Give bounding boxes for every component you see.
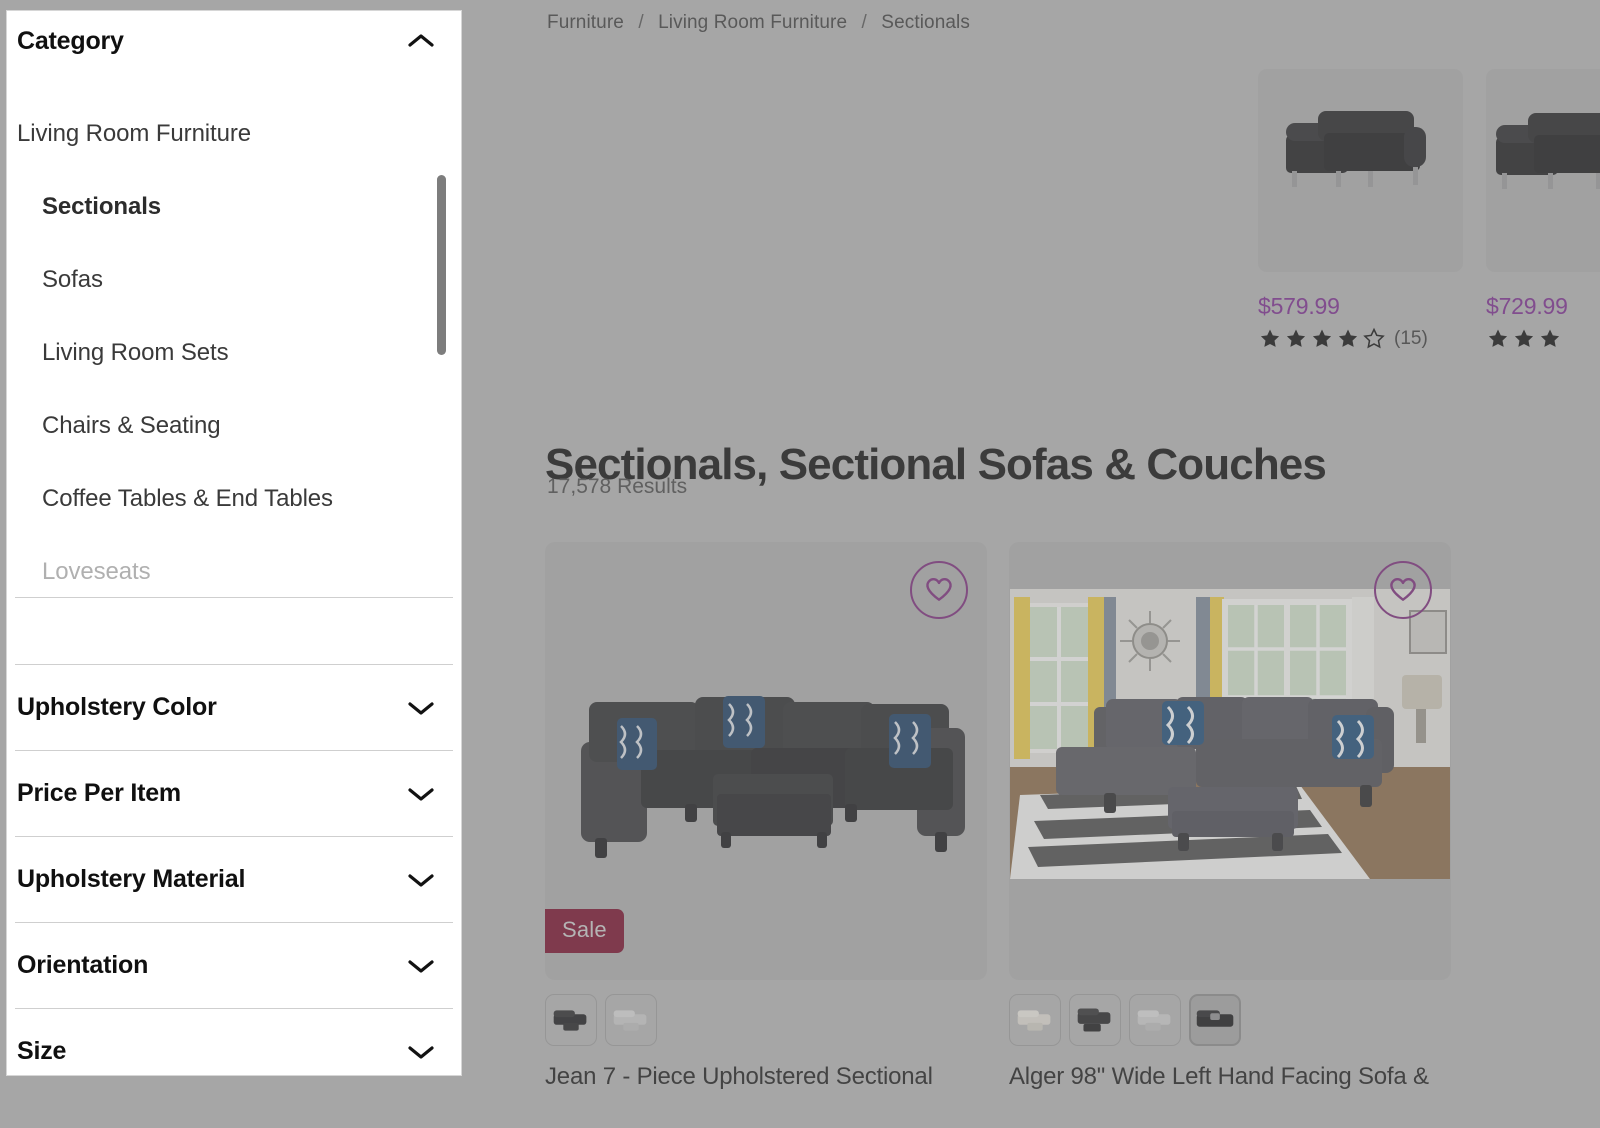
carousel-rating: (15) [1258, 327, 1463, 350]
product-carousel: $579.99 (15) [1258, 69, 1600, 350]
star-outline-icon [1362, 327, 1386, 350]
heart-icon [924, 575, 954, 605]
star-filled-icon [1336, 327, 1360, 350]
star-filled-icon [1512, 327, 1536, 350]
category-item-coffee-tables-and-end-tables[interactable]: Coffee Tables & End Tables [7, 462, 461, 535]
filter-section-size[interactable]: Size [7, 1009, 461, 1076]
category-list: Living Room Furniture Sectionals Sofas L… [7, 97, 461, 608]
star-filled-icon [1538, 327, 1562, 350]
review-count: (15) [1394, 328, 1428, 350]
carousel-product-image[interactable] [1258, 69, 1463, 272]
star-filled-icon [1310, 327, 1334, 350]
heart-icon [1388, 575, 1418, 605]
category-item-sectionals[interactable]: Sectionals [7, 170, 461, 243]
star-filled-icon [1486, 327, 1510, 350]
category-item-living-room-sets[interactable]: Living Room Sets [7, 316, 461, 389]
product-card[interactable]: Alger 98" Wide Left Hand Facing Sofa & [1009, 542, 1451, 1093]
filter-section-label: Upholstery Color [17, 693, 217, 722]
swatch-row [1009, 994, 1451, 1046]
product-title[interactable]: Jean 7 - Piece Upholstered Sectional [545, 1062, 987, 1093]
category-scrollbar-track[interactable] [437, 75, 446, 553]
product-grid: Sale Jean 7 - Piece Upholstered Sectiona… [545, 542, 1451, 1093]
chevron-up-icon[interactable] [408, 33, 434, 49]
chevron-down-icon[interactable] [408, 1044, 434, 1060]
chevron-down-icon[interactable] [408, 786, 434, 802]
filter-section-label: Orientation [17, 951, 148, 980]
wishlist-button[interactable] [1374, 561, 1432, 619]
breadcrumb-item-furniture[interactable]: Furniture [547, 12, 624, 33]
swatch-light-gray-sectional[interactable] [1129, 994, 1181, 1046]
product-card[interactable]: Sale Jean 7 - Piece Upholstered Sectiona… [545, 542, 987, 1093]
swatch-dark-sectional[interactable] [1189, 994, 1241, 1046]
filter-panel: Category Living Room Furniture Sectional… [6, 10, 462, 1076]
carousel-card[interactable]: $729.99 [1486, 69, 1600, 350]
carousel-product-image[interactable] [1486, 69, 1600, 272]
chevron-down-icon[interactable] [408, 958, 434, 974]
breadcrumb: Furniture / Living Room Furniture / Sect… [547, 12, 970, 34]
page-root: Furniture / Living Room Furniture / Sect… [0, 0, 1600, 1128]
category-list-scroll-area: Living Room Furniture Sectionals Sofas L… [7, 97, 461, 597]
chevron-down-icon[interactable] [408, 700, 434, 716]
sale-badge: Sale [545, 909, 624, 953]
breadcrumb-item-living-room-furniture[interactable]: Living Room Furniture [658, 12, 847, 33]
filter-section-upholstery-material[interactable]: Upholstery Material [7, 837, 461, 922]
product-image[interactable]: Sale [545, 542, 987, 980]
star-filled-icon [1284, 327, 1308, 350]
category-item-living-room-furniture[interactable]: Living Room Furniture [7, 97, 461, 170]
category-filter-header[interactable]: Category [7, 11, 461, 71]
carousel-price: $729.99 [1486, 293, 1600, 320]
breadcrumb-item-sectionals[interactable]: Sectionals [881, 12, 970, 33]
swatch-light-gray-sectional[interactable] [605, 994, 657, 1046]
filter-section-label: Size [17, 1037, 66, 1066]
product-title[interactable]: Alger 98" Wide Left Hand Facing Sofa & [1009, 1062, 1451, 1093]
swatch-row [545, 994, 987, 1046]
swatch-black-sectional[interactable] [1069, 994, 1121, 1046]
category-item-sofas[interactable]: Sofas [7, 243, 461, 316]
filter-section-label: Upholstery Material [17, 865, 245, 894]
breadcrumb-separator: / [638, 12, 643, 33]
filter-section-label: Price Per Item [17, 779, 181, 808]
results-count: 17,578 Results [547, 475, 687, 499]
swatch-cream-sectional[interactable] [1009, 994, 1061, 1046]
category-filter-label: Category [17, 27, 124, 56]
category-scrollbar-thumb[interactable] [437, 175, 446, 355]
filter-section-price-per-item[interactable]: Price Per Item [7, 751, 461, 836]
carousel-rating [1486, 327, 1600, 350]
filter-section-orientation[interactable]: Orientation [7, 923, 461, 1008]
category-item-loveseats[interactable]: Loveseats [7, 535, 461, 608]
wishlist-button[interactable] [910, 561, 968, 619]
chevron-down-icon[interactable] [408, 872, 434, 888]
carousel-price: $579.99 [1258, 293, 1463, 320]
breadcrumb-separator: / [862, 12, 867, 33]
star-filled-icon [1258, 327, 1282, 350]
product-image[interactable] [1009, 542, 1451, 980]
filter-section-upholstery-color[interactable]: Upholstery Color [7, 665, 461, 750]
swatch-black-sectional[interactable] [545, 994, 597, 1046]
carousel-card[interactable]: $579.99 (15) [1258, 69, 1463, 350]
category-item-chairs-and-seating[interactable]: Chairs & Seating [7, 389, 461, 462]
product-room-photo [1010, 589, 1450, 879]
